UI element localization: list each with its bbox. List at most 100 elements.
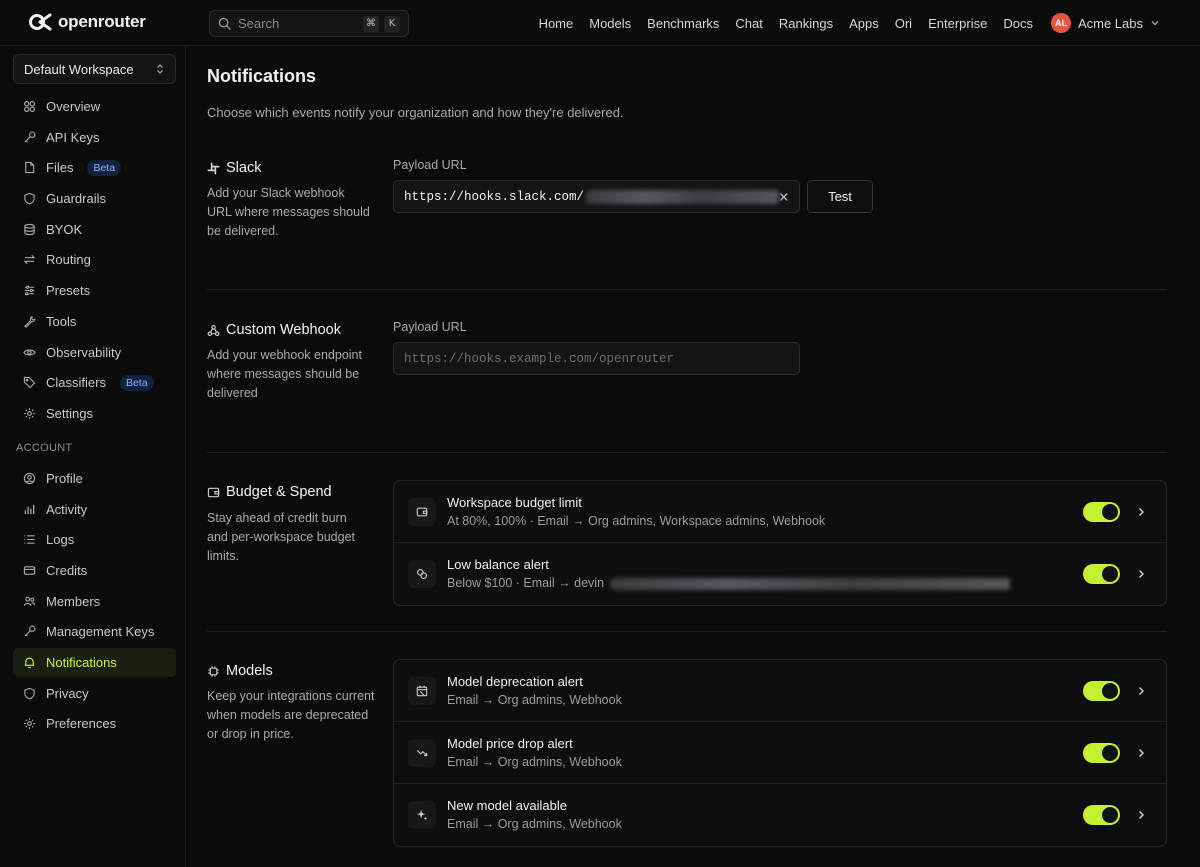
nav-rankings[interactable]: Rankings	[779, 16, 833, 31]
sidebar-item-label: Settings	[46, 405, 93, 421]
sidebar-item-label: Overview	[46, 99, 101, 114]
sidebar-item-label: Members	[46, 593, 101, 609]
sidebar-item-management-keys[interactable]: Management Keys	[13, 617, 176, 646]
sidebar-item-preferences[interactable]: Preferences	[13, 709, 176, 738]
nav-ori[interactable]: Ori	[895, 16, 912, 31]
chevron-right-icon[interactable]	[1136, 506, 1146, 518]
sidebar-item-files[interactable]: Files Beta	[13, 153, 176, 182]
nav-benchmarks[interactable]: Benchmarks	[647, 16, 719, 31]
slack-section-title: Slack	[207, 160, 261, 176]
enabled-toggle[interactable]	[1083, 805, 1120, 825]
nav-apps[interactable]: Apps	[849, 16, 879, 31]
sidebar-item-observability[interactable]: Observability	[13, 338, 176, 367]
workspace-select[interactable]: Default Workspace	[13, 54, 176, 84]
models-description: Keep your integrations current when mode…	[207, 689, 375, 741]
webhook-field-label: Payload URL	[393, 320, 467, 334]
sidebar-item-overview[interactable]: Overview	[13, 92, 176, 121]
logo[interactable]: openrouter	[28, 12, 146, 32]
row-subtitle: Email → Org admins, Webhook	[447, 817, 622, 831]
sidebar-item-label: Privacy	[46, 685, 89, 701]
shield-icon	[24, 687, 35, 700]
list-icon	[24, 535, 35, 545]
sidebar-item-activity[interactable]: Activity	[13, 495, 176, 524]
sidebar-section-heading: ACCOUNT	[16, 441, 73, 454]
sliders-icon	[24, 285, 35, 296]
test-button[interactable]: Test	[807, 180, 873, 213]
nav-enterprise[interactable]: Enterprise	[928, 16, 987, 31]
webhook-url-input[interactable]: https://hooks.example.com/openrouter	[393, 342, 800, 375]
sidebar-item-label: Observability	[46, 344, 122, 360]
trend-down-icon	[408, 739, 436, 767]
models-card: Model deprecation alert Email → Org admi…	[393, 659, 1167, 847]
wallet-icon	[408, 498, 436, 526]
chevron-right-icon[interactable]	[1136, 568, 1146, 580]
slack-url-input[interactable]: https://hooks.slack.com/	[393, 180, 800, 213]
row-title: Model price drop alert	[447, 736, 573, 751]
row-title: New model available	[447, 798, 567, 813]
sidebar-item-byok[interactable]: BYOK	[13, 215, 176, 244]
sidebar-item-profile[interactable]: Profile	[13, 464, 176, 493]
row-title: Workspace budget limit	[447, 495, 582, 510]
slack-description: Add your Slack webhook URL where message…	[207, 186, 370, 238]
row-subtitle: At 80%, 100% · Email → Org admins, Works…	[447, 514, 826, 528]
slack-field-label: Payload URL	[393, 158, 467, 172]
row-title: Model deprecation alert	[447, 674, 583, 689]
search-shortcut: ⌘ K	[363, 15, 400, 32]
enabled-toggle[interactable]	[1083, 502, 1120, 522]
list-item[interactable]: Model deprecation alert Email → Org admi…	[394, 660, 1166, 722]
sidebar-item-presets[interactable]: Presets	[13, 276, 176, 305]
shield-icon	[24, 192, 35, 205]
row-title: Low balance alert	[447, 557, 549, 572]
sidebar-item-label: Classifiers	[46, 375, 106, 391]
row-subtitle: Email → Org admins, Webhook	[447, 755, 622, 769]
top-bar: openrouter Search ⌘ K Home Models Benchm…	[0, 0, 1200, 46]
sidebar-item-label: Credits	[46, 562, 88, 578]
sidebar-item-notifications[interactable]: Notifications	[13, 648, 176, 677]
page-title: Notifications	[207, 66, 317, 86]
account-menu[interactable]: AL Acme Labs	[1050, 13, 1160, 33]
sidebar-item-tools[interactable]: Tools	[13, 307, 176, 336]
nav-home[interactable]: Home	[539, 16, 574, 31]
chevron-right-icon[interactable]	[1136, 685, 1146, 697]
sidebar-item-guardrails[interactable]: Guardrails	[13, 184, 176, 213]
sidebar-item-privacy[interactable]: Privacy	[13, 679, 176, 708]
chevron-right-icon[interactable]	[1136, 809, 1146, 821]
sidebar-item-label: Notifications	[46, 655, 117, 670]
nav-docs[interactable]: Docs	[1003, 16, 1033, 31]
sidebar-item-label: API Keys	[46, 129, 100, 145]
sidebar-item-settings[interactable]: Settings	[13, 399, 176, 428]
beta-badge: Beta	[119, 374, 154, 391]
webhook-title-text: Custom Webhook	[226, 322, 341, 338]
webhook-icon	[207, 324, 220, 336]
enabled-toggle[interactable]	[1083, 681, 1120, 701]
file-icon	[25, 162, 35, 174]
list-item[interactable]: Workspace budget limit At 80%, 100% · Em…	[394, 481, 1166, 543]
sidebar-item-logs[interactable]: Logs	[13, 525, 176, 554]
enabled-toggle[interactable]	[1083, 743, 1120, 763]
workspace-name: Default Workspace	[24, 61, 134, 77]
list-item[interactable]: Low balance alert Below $100 · Email → d…	[394, 543, 1166, 605]
row-subtitle: Below $100 · Email → devin	[447, 576, 1010, 590]
page-description: Choose which events notify your organiza…	[207, 105, 624, 120]
enabled-toggle[interactable]	[1083, 564, 1120, 584]
list-item[interactable]: New model available Email → Org admins, …	[394, 784, 1166, 846]
nav-models[interactable]: Models	[589, 16, 631, 31]
database-icon	[24, 223, 35, 235]
search-input[interactable]: Search ⌘ K	[209, 10, 409, 37]
chevron-right-icon[interactable]	[1136, 747, 1146, 759]
sidebar-item-credits[interactable]: Credits	[13, 556, 176, 585]
search-icon	[218, 17, 231, 30]
redacted-text	[586, 189, 780, 204]
sidebar-item-label: Routing	[46, 252, 91, 268]
sidebar-item-members[interactable]: Members	[13, 587, 176, 616]
models-section-title: Models	[207, 663, 273, 679]
models-title-text: Models	[226, 663, 273, 679]
sidebar-item-api-keys[interactable]: API Keys	[13, 123, 176, 152]
sidebar-item-routing[interactable]: Routing	[13, 245, 176, 274]
budget-card: Workspace budget limit At 80%, 100% · Em…	[393, 480, 1167, 606]
budget-description: Stay ahead of credit burn and per-worksp…	[207, 511, 356, 563]
list-item[interactable]: Model price drop alert Email → Org admin…	[394, 722, 1166, 784]
sidebar-item-classifiers[interactable]: Classifiers Beta	[13, 368, 176, 397]
close-icon[interactable]	[779, 192, 789, 202]
nav-chat[interactable]: Chat	[735, 16, 762, 31]
